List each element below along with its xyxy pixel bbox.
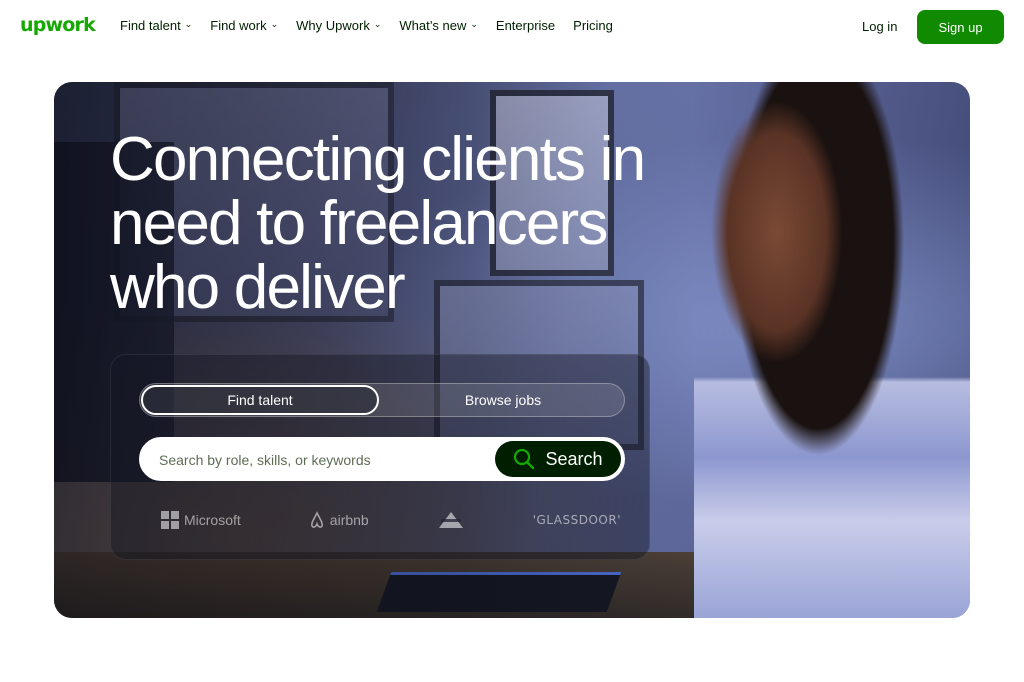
- airbnb-icon: [310, 511, 323, 528]
- upwork-logo[interactable]: upwork: [20, 14, 96, 36]
- nav-item-label: Enterprise: [495, 18, 556, 33]
- toggle-find-talent[interactable]: Find talent: [141, 385, 379, 415]
- chevron-down-icon: ⌄: [270, 19, 279, 29]
- trusted-by-logos: Microsoft airbnb 'GLASSDOOR': [161, 505, 621, 535]
- search-mode-toggle: Find talent Browse jobs: [139, 383, 625, 417]
- nav-item-label: Why Upwork: [296, 18, 370, 33]
- chevron-down-icon: ⌄: [373, 19, 382, 29]
- bissell-icon: [438, 512, 463, 528]
- headline-line: need to freelancers: [110, 189, 608, 258]
- logo-text: 'GLASSDOOR': [532, 513, 621, 527]
- search-button[interactable]: Search: [495, 441, 621, 477]
- top-navigation-bar: upwork Find talent ⌄ Find work ⌄ Why Upwor…: [0, 0, 1024, 54]
- hero-banner: Connecting clients in need to freelancer…: [54, 82, 970, 618]
- search-input[interactable]: [159, 449, 479, 471]
- bissell-logo: [437, 511, 465, 529]
- toggle-browse-jobs[interactable]: Browse jobs: [384, 385, 622, 415]
- headline-line: Connecting clients in: [110, 125, 646, 194]
- nav-item-pricing[interactable]: Pricing: [573, 18, 613, 33]
- chevron-down-icon: ⌄: [184, 19, 193, 29]
- nav-item-find-talent[interactable]: Find talent ⌄: [120, 18, 192, 33]
- nav-item-why-upwork[interactable]: Why Upwork ⌄: [296, 18, 381, 33]
- headline-line: who deliver: [110, 253, 406, 322]
- nav-item-label: Find work: [210, 18, 267, 33]
- microsoft-logo: Microsoft: [161, 511, 241, 529]
- airbnb-logo: airbnb: [309, 511, 369, 529]
- search-icon: [513, 448, 535, 470]
- chevron-down-icon: ⌄: [470, 19, 478, 29]
- signup-button[interactable]: Sign up: [917, 10, 1004, 44]
- glassdoor-logo: 'GLASSDOOR': [533, 513, 621, 527]
- logo-text: airbnb: [329, 512, 369, 528]
- login-link[interactable]: Log in: [862, 19, 897, 34]
- search-button-label: Search: [545, 448, 603, 469]
- microsoft-icon: [161, 511, 179, 529]
- hero-headline: Connecting clients in need to freelancer…: [110, 128, 710, 320]
- nav-item-label: Find talent: [120, 18, 181, 33]
- nav-item-find-work[interactable]: Find work ⌄: [210, 18, 278, 33]
- nav-item-enterprise[interactable]: Enterprise: [496, 18, 555, 33]
- search-panel: Find talent Browse jobs Search Microsoft…: [110, 354, 650, 560]
- search-bar: Search: [139, 437, 625, 481]
- nav-item-whats-new[interactable]: What’s new ⌄: [399, 18, 478, 33]
- main-nav: Find talent ⌄ Find work ⌄ Why Upwork ⌄ What…: [120, 18, 631, 33]
- logo-text: Microsoft: [184, 512, 241, 528]
- nav-item-label: What’s new: [399, 18, 467, 33]
- nav-item-label: Pricing: [573, 18, 613, 33]
